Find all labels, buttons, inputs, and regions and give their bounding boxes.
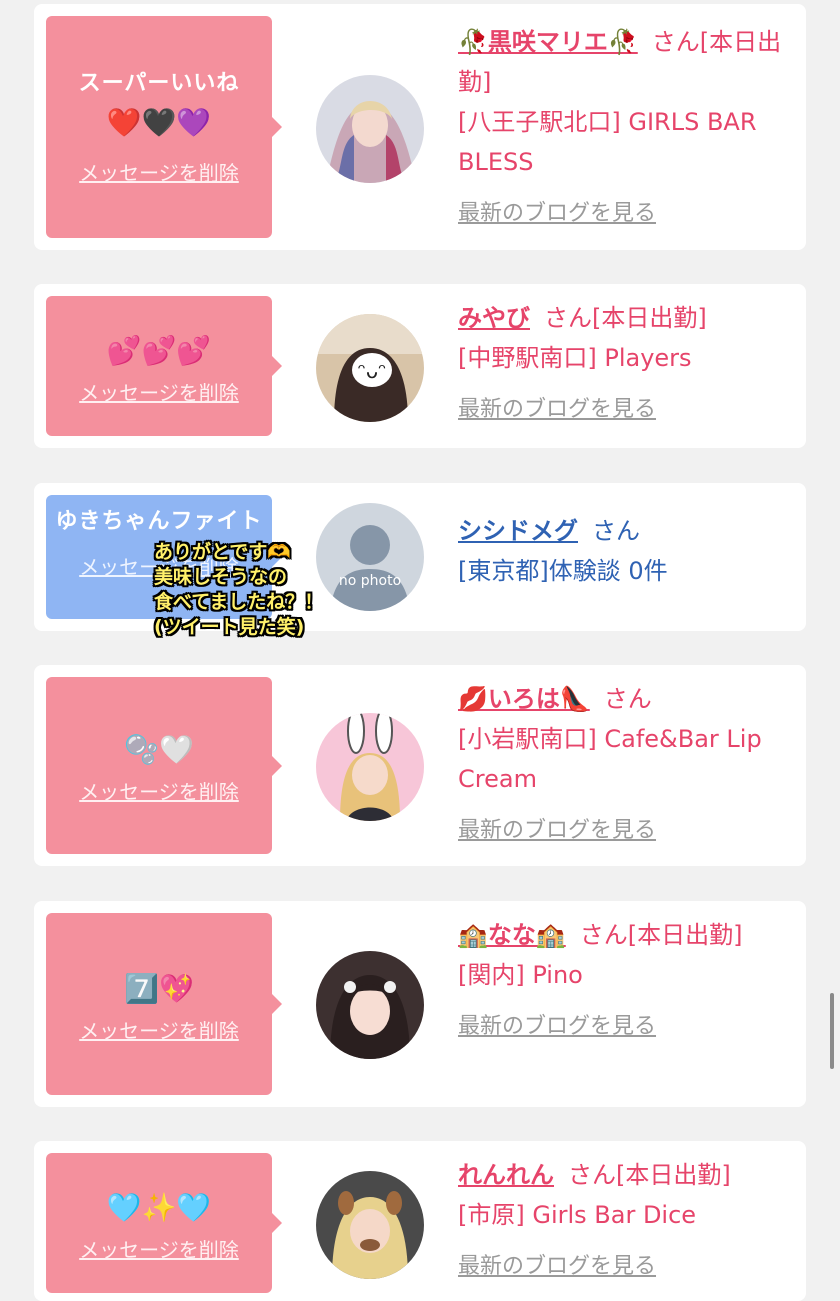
- avatar[interactable]: [316, 951, 424, 1059]
- shop-name: [八王子駅北口] GIRLS BAR BLESS: [458, 108, 757, 176]
- cast-status: さん: [603, 685, 652, 713]
- message-bubble: スーパーいいね ❤️🖤💜 メッセージを削除: [46, 16, 282, 238]
- shop-name: [小岩駅南口] Cafe&Bar Lip Cream: [458, 725, 762, 793]
- shop-name: [中野駅南口] Players: [458, 344, 692, 372]
- cast-info: 💋いろは👠 さん [小岩駅南口] Cafe&Bar Lip Cream 最新のブロ…: [458, 679, 804, 851]
- latest-blog-link[interactable]: 最新のブログを見る: [458, 1247, 804, 1287]
- cast-status: さん[本日出勤]: [579, 921, 743, 949]
- message-emoji: 🩵✨🩵: [106, 1190, 212, 1224]
- latest-blog-link[interactable]: 最新のブログを見る: [458, 194, 804, 234]
- delete-message-link[interactable]: メッセージを削除: [79, 157, 239, 186]
- avatar[interactable]: [316, 75, 424, 183]
- cast-name-link[interactable]: 🥀黒咲マリエ🥀: [458, 28, 638, 56]
- message-emoji: 💕💕💕: [106, 333, 212, 367]
- cast-status: さん[本日出勤]: [544, 304, 707, 332]
- delete-message-link[interactable]: メッセージを削除: [79, 1234, 239, 1263]
- cast-name-link[interactable]: 💋いろは👠: [458, 685, 590, 713]
- cast-name-link[interactable]: シシドメグ: [458, 517, 578, 545]
- message-emoji: 7️⃣💖: [124, 971, 194, 1005]
- shop-name: [東京都]体験談 0件: [458, 557, 668, 585]
- delete-message-link[interactable]: メッセージを削除: [79, 1015, 239, 1044]
- message-card: 7️⃣💖 メッセージを削除 🏫なな🏫 さん[本日出勤] [関内] Pino 最新の…: [34, 901, 806, 1107]
- message-bubble: 🫧🤍 メッセージを削除: [46, 677, 282, 854]
- scrollbar[interactable]: [830, 993, 834, 1069]
- cast-info: 🥀黒咲マリエ🥀 さん[本日出勤] [八王子駅北口] GIRLS BAR BLESS…: [458, 22, 804, 234]
- cast-name-link[interactable]: みやび: [458, 304, 530, 332]
- message-emoji: 🫧🤍: [124, 733, 194, 766]
- avatar[interactable]: ᵔᴗᵔ: [316, 314, 424, 422]
- latest-blog-link[interactable]: 最新のブログを見る: [458, 811, 804, 851]
- message-list: スーパーいいね ❤️🖤💜 メッセージを削除 🥀黒咲マリエ🥀 さん[本日出勤] [八…: [0, 0, 840, 1301]
- message-card: スーパーいいね ❤️🖤💜 メッセージを削除 🥀黒咲マリエ🥀 さん[本日出勤] [八…: [34, 4, 806, 250]
- cast-info: みやび さん[本日出勤] [中野駅南口] Players 最新のブログを見る: [458, 298, 804, 430]
- message-card: 💕💕💕 メッセージを削除 ᵔᴗᵔ みやび さん[本日出勤] [中野駅南口] Pla…: [34, 284, 806, 448]
- cast-info: れんれん さん[本日出勤] [市原] Girls Bar Dice 最新のブログを…: [458, 1155, 804, 1287]
- shop-name: [市原] Girls Bar Dice: [458, 1201, 697, 1229]
- cast-status: さん[本日出勤]: [568, 1161, 731, 1189]
- shop-name: [関内] Pino: [458, 961, 583, 989]
- latest-blog-link[interactable]: 最新のブログを見る: [458, 390, 804, 430]
- message-text: ゆきちゃんファイト: [55, 509, 263, 534]
- message-card: ゆきちゃんファイト メッセージを削除 no photo シシドメグ さん [東京都…: [34, 483, 806, 631]
- avatar[interactable]: [316, 1171, 424, 1279]
- message-bubble: 💕💕💕 メッセージを削除: [46, 296, 282, 436]
- delete-message-link[interactable]: メッセージを削除: [79, 377, 239, 406]
- overlay-caption: ありがとです🫶 美味しそうなの 食べてましたね？！ (ツイート見た笑): [154, 541, 324, 638]
- latest-blog-link[interactable]: 最新のブログを見る: [458, 1007, 804, 1047]
- message-card: 🩵✨🩵 メッセージを削除 れんれん さん[本日出勤] [市原] Girls Bar…: [34, 1141, 806, 1301]
- message-card: 🫧🤍 メッセージを削除 💋いろは👠 さん [小岩駅南口] Cafe&Bar Lip…: [34, 665, 806, 866]
- message-bubble: 7️⃣💖 メッセージを削除: [46, 913, 282, 1095]
- message-text: スーパーいいね: [78, 70, 240, 96]
- message-emoji: ❤️🖤💜: [106, 105, 212, 139]
- avatar[interactable]: [316, 713, 424, 821]
- svg-text:ᵔᴗᵔ: ᵔᴗᵔ: [358, 359, 387, 383]
- cast-name-link[interactable]: れんれん: [458, 1161, 554, 1189]
- delete-message-link[interactable]: メッセージを削除: [79, 776, 239, 805]
- cast-name-link[interactable]: 🏫なな🏫: [458, 921, 566, 949]
- cast-status: さん: [592, 517, 640, 545]
- cast-info: シシドメグ さん [東京都]体験談 0件: [458, 511, 804, 591]
- message-bubble: 🩵✨🩵 メッセージを削除: [46, 1153, 282, 1293]
- cast-info: 🏫なな🏫 さん[本日出勤] [関内] Pino 最新のブログを見る: [458, 915, 804, 1047]
